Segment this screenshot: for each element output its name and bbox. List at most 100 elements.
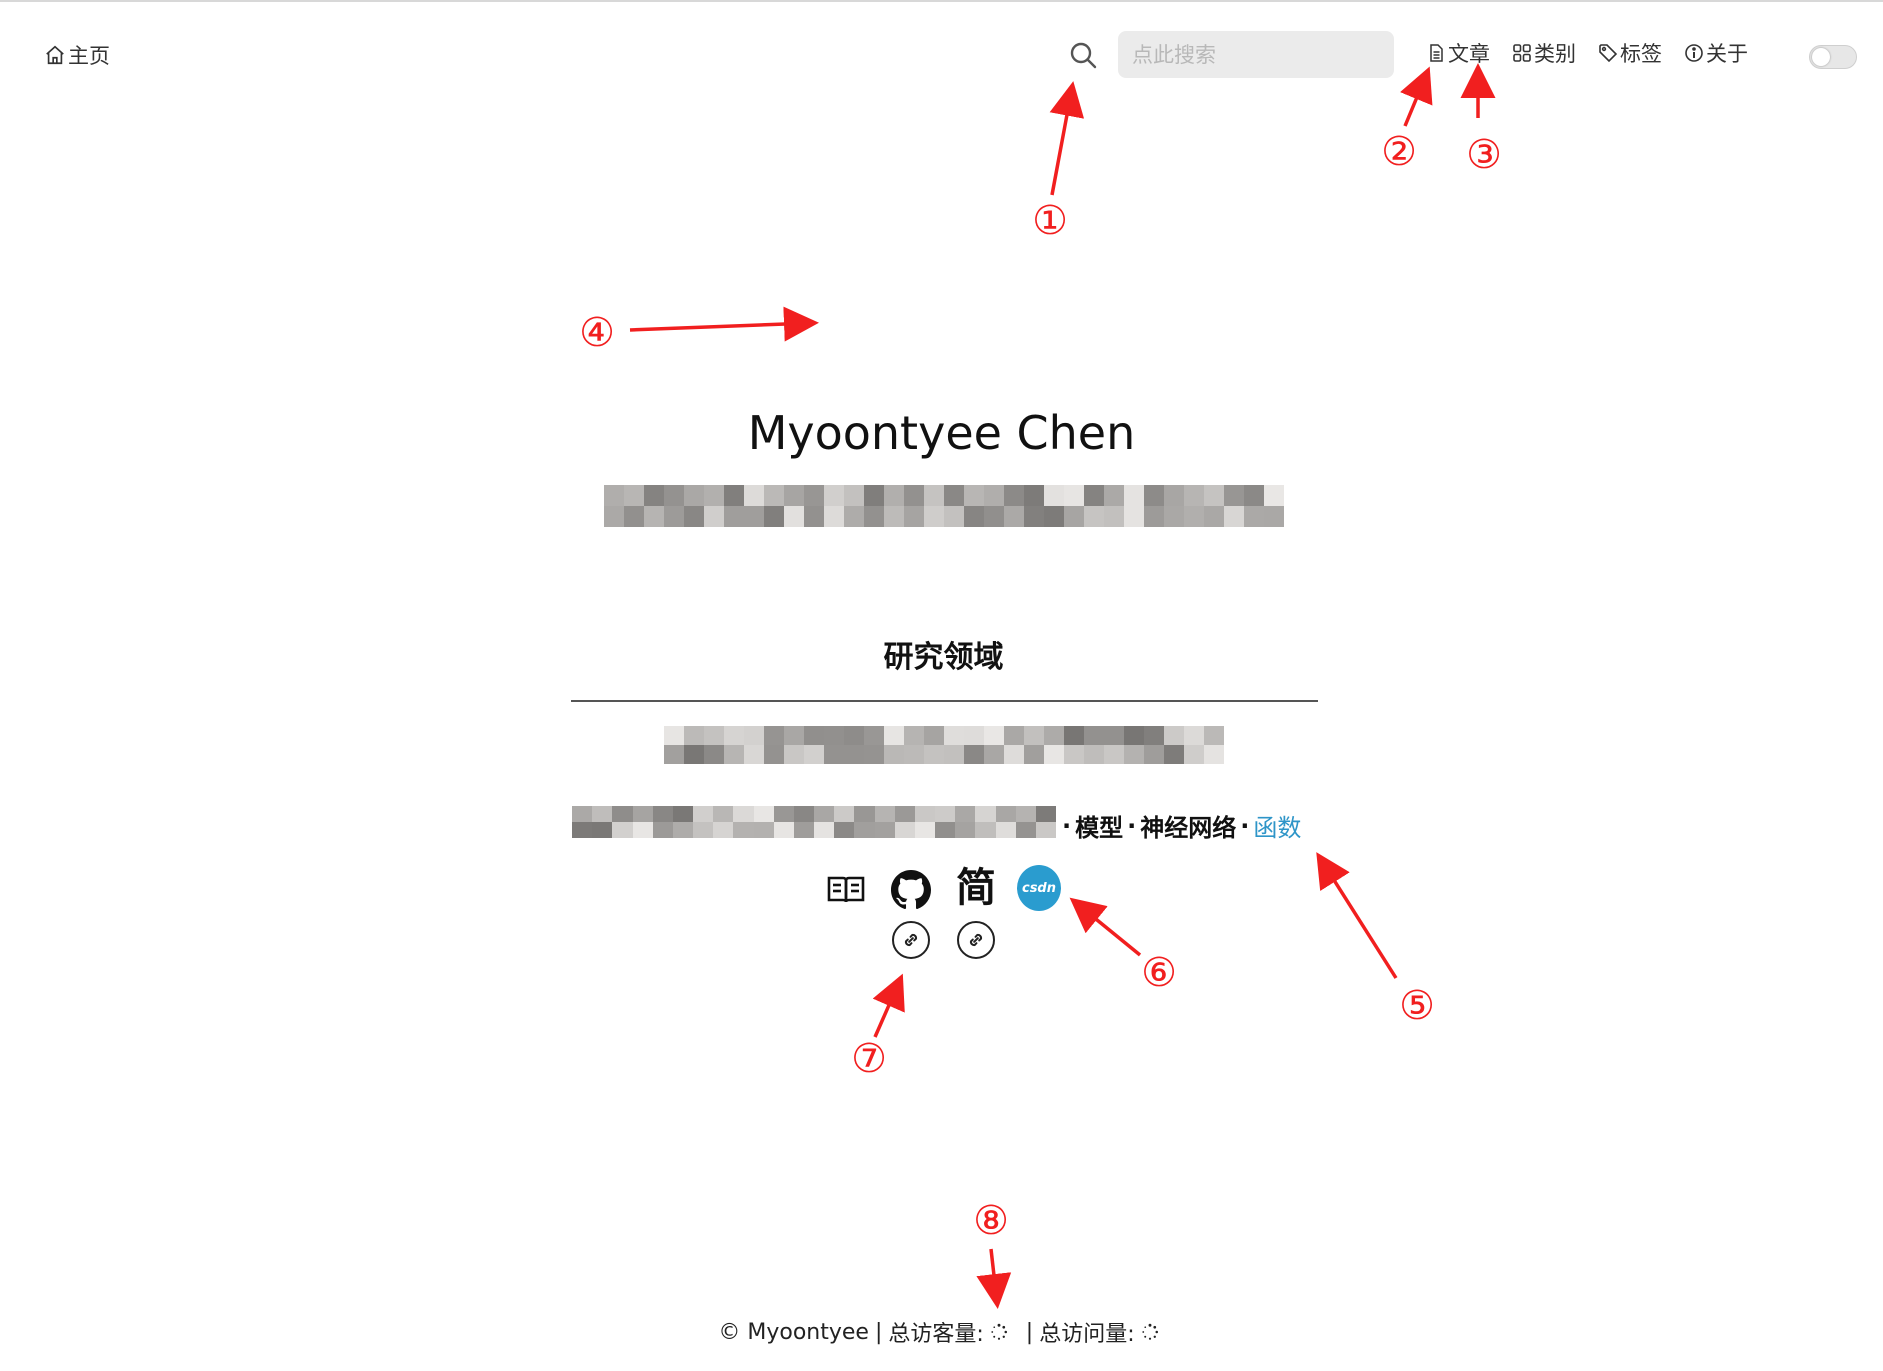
- pixel-cell: [664, 485, 684, 506]
- pixel-cell: [684, 485, 704, 506]
- pixel-cell: [834, 806, 855, 822]
- pixel-cell: [733, 806, 754, 822]
- nav-link-tags-label: 标签: [1620, 42, 1662, 66]
- nav-link-about[interactable]: 关于: [1684, 38, 1748, 68]
- pixel-cell: [804, 726, 824, 745]
- pixel-cell: [1164, 485, 1184, 506]
- pixel-cell: [1144, 745, 1164, 764]
- annotation-arrow-6: [1069, 897, 1142, 957]
- annotation-arrow-8: [976, 1248, 1012, 1309]
- pixel-cell: [1015, 806, 1036, 822]
- pixel-cell: [844, 745, 864, 764]
- pixel-cell: [844, 726, 864, 745]
- pixel-cell: [1164, 506, 1184, 527]
- csdn-link[interactable]: csdn: [1017, 865, 1061, 911]
- pixelated-keywords: [572, 806, 1057, 838]
- pixel-cell: [935, 822, 956, 838]
- pixel-row: [572, 806, 1057, 822]
- pixel-cell: [592, 806, 613, 822]
- pixel-cell: [1084, 485, 1104, 506]
- pixel-cell: [784, 485, 804, 506]
- pixel-cell: [995, 806, 1016, 822]
- pixel-cell: [944, 726, 964, 745]
- keyword-separator: ·: [1240, 811, 1250, 840]
- pixel-cell: [612, 806, 633, 822]
- pixel-cell: [834, 822, 855, 838]
- pixel-cell: [964, 506, 984, 527]
- pixel-cell: [1104, 485, 1124, 506]
- jianshu-link[interactable]: 简: [954, 866, 998, 910]
- pixel-cell: [844, 506, 864, 527]
- annotation-arrows: [629, 63, 1496, 1309]
- nav-link-categories[interactable]: 类别: [1512, 38, 1576, 68]
- pixel-cell: [724, 485, 744, 506]
- pixel-cell: [995, 822, 1016, 838]
- annotation-number-7: ⑦: [851, 1036, 887, 1082]
- pixel-cell: [793, 822, 815, 838]
- pixel-cell: [924, 485, 944, 506]
- pixel-cell: [652, 822, 673, 838]
- keyword-separator: ·: [1127, 811, 1137, 840]
- nav-link-tags[interactable]: 标签: [1598, 38, 1662, 68]
- section-divider: [571, 700, 1318, 702]
- pixel-row: [604, 485, 1284, 506]
- pixel-cell: [1204, 506, 1224, 527]
- pixel-cell: [1004, 726, 1024, 745]
- nav-link-articles-label: 文章: [1448, 42, 1490, 66]
- pixel-cell: [1004, 506, 1024, 527]
- pixel-cell: [984, 726, 1004, 745]
- external-link-1[interactable]: [889, 918, 933, 962]
- pixel-cell: [764, 506, 784, 527]
- link-circle: [957, 921, 995, 959]
- pixel-cell: [612, 822, 633, 838]
- pixel-cell: [814, 822, 835, 838]
- pixel-cell: [864, 745, 884, 764]
- pixel-cell: [1064, 485, 1084, 506]
- search-button[interactable]: [1068, 40, 1098, 70]
- pixel-row: [604, 506, 1284, 527]
- annotation-arrow-7: [872, 973, 905, 1038]
- external-link-2[interactable]: [954, 918, 998, 962]
- pixel-cell: [672, 822, 694, 838]
- keyword-function-link[interactable]: 函数: [1253, 808, 1301, 843]
- pixel-cell: [1204, 485, 1224, 506]
- search-input[interactable]: [1118, 31, 1394, 78]
- pixel-cell: [784, 745, 804, 764]
- chain-link-icon: [904, 933, 918, 947]
- pixel-cell: [1244, 506, 1264, 527]
- pixel-cell: [664, 745, 684, 764]
- pixel-cell: [1044, 745, 1064, 764]
- pixel-cell: [793, 806, 815, 822]
- nav-link-categories-label: 类别: [1534, 42, 1576, 66]
- pixel-cell: [944, 745, 964, 764]
- pixel-cell: [1184, 745, 1204, 764]
- pixel-cell: [884, 506, 904, 527]
- book-link[interactable]: [824, 868, 868, 912]
- pixel-cell: [804, 506, 824, 527]
- pixel-cell: [644, 506, 664, 527]
- nav-home-link[interactable]: 主页: [44, 40, 110, 70]
- pixel-cell: [693, 806, 714, 822]
- pixel-row: [664, 745, 1224, 764]
- pixel-cell: [1144, 726, 1164, 745]
- keyword-model: 模型: [1075, 814, 1124, 842]
- pixel-cell: [1124, 485, 1144, 506]
- pixel-cell: [1064, 726, 1084, 745]
- pixel-cell: [964, 485, 984, 506]
- pixel-cell: [744, 745, 764, 764]
- nav-link-articles[interactable]: 文章: [1426, 38, 1490, 68]
- keyword-neural-network: 神经网络: [1140, 814, 1237, 842]
- pixel-cell: [724, 726, 744, 745]
- pixel-cell: [713, 822, 734, 838]
- pixel-cell: [1024, 485, 1044, 506]
- annotation-arrow-2: [1400, 66, 1433, 127]
- dark-mode-toggle[interactable]: [1809, 45, 1857, 69]
- pixel-cell: [1224, 485, 1244, 506]
- pixel-cell: [824, 726, 844, 745]
- github-link[interactable]: [889, 868, 933, 912]
- pixel-cell: [1024, 506, 1044, 527]
- pixel-cell: [724, 506, 744, 527]
- pixel-cell: [1064, 745, 1084, 764]
- loading-spinner-icon: [1141, 1323, 1158, 1340]
- profile-name: Myoontyee Chen: [747, 406, 1136, 460]
